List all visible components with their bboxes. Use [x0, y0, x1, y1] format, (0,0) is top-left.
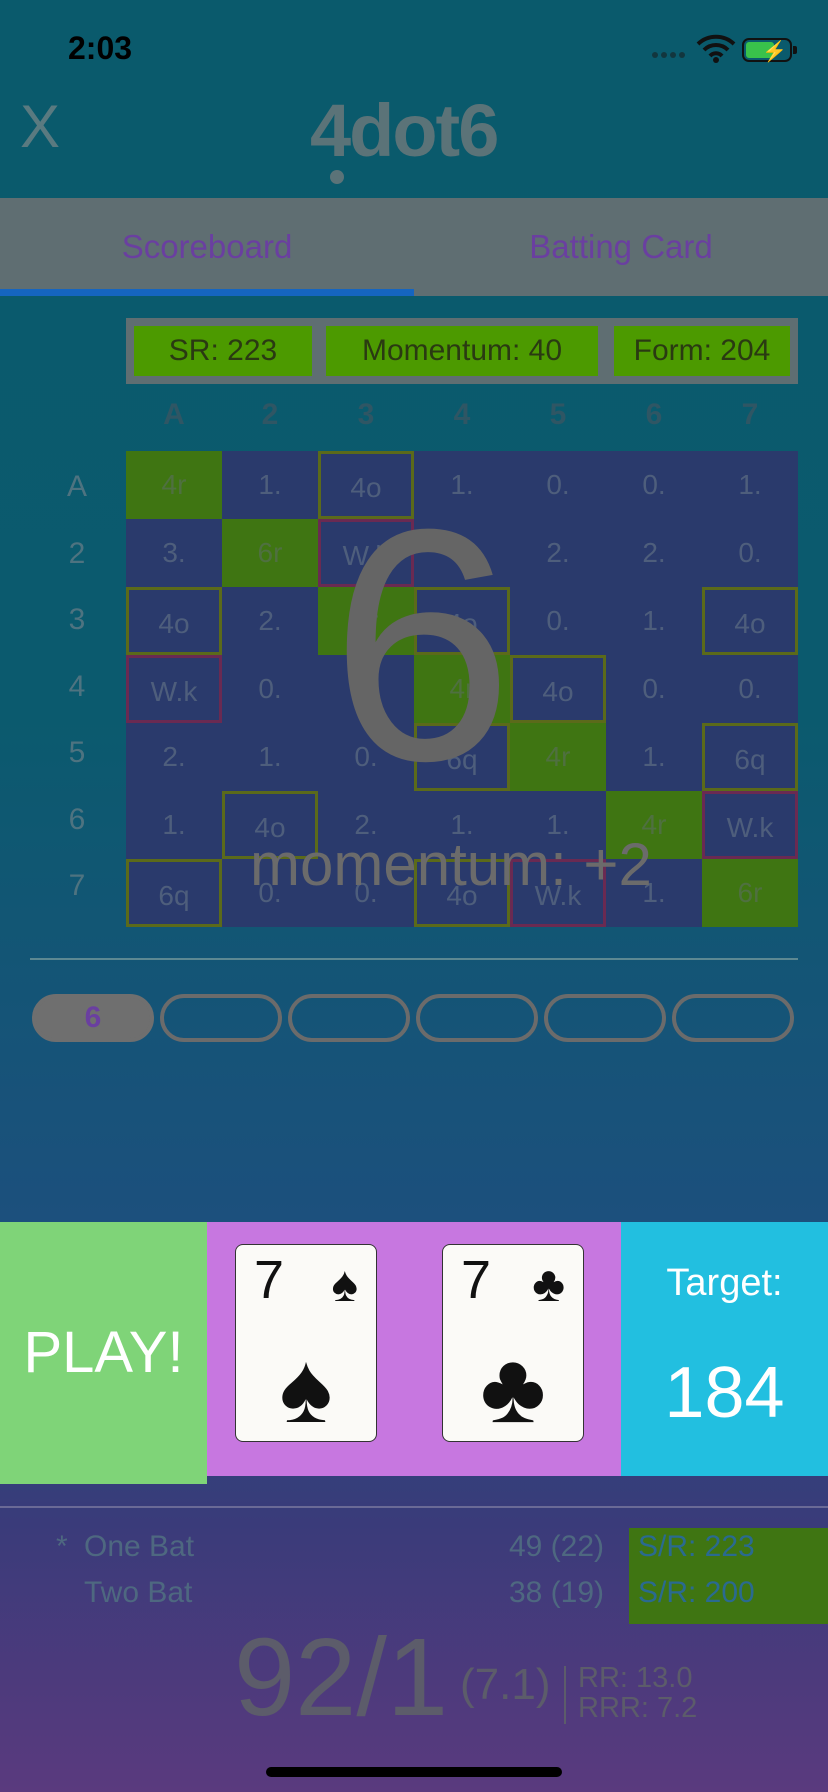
grid-cell: 6q [126, 859, 222, 927]
batsman-name: One Bat [84, 1530, 195, 1563]
grid-cell: 1. [738, 469, 762, 500]
rate-divider [564, 1666, 566, 1724]
grid-cell: 2. [258, 605, 282, 636]
divider [30, 958, 798, 960]
grid-cell: 6r [702, 859, 798, 927]
club-icon: ♣ [532, 1256, 565, 1312]
playing-card: 7 ♣ ♣ [442, 1244, 584, 1444]
signal-dot [670, 52, 676, 58]
grid-cell: 4o [126, 587, 222, 655]
tab-bar: Scoreboard Batting Card [0, 198, 828, 296]
status-time: 2:03 [68, 30, 133, 66]
batsman-strike-rate: S/R: 223 [638, 1530, 755, 1563]
overs: (7.1) [460, 1660, 551, 1709]
grid-cell: 0. [546, 469, 570, 500]
playing-card: 7 ♠ ♠ [235, 1244, 377, 1444]
club-icon: ♣ [480, 1332, 546, 1444]
spade-icon: ♠ [331, 1256, 358, 1312]
close-button[interactable]: X [20, 92, 60, 161]
grid-cell: 2. [162, 741, 186, 772]
team-score: 92/1 [234, 1616, 449, 1739]
column-header: 2 [261, 398, 279, 431]
batsman-runs: 38 (19) [508, 1576, 604, 1609]
grid-cell: 4r [510, 723, 606, 791]
row-header: 3 [68, 603, 86, 636]
ball-slot [288, 994, 410, 1042]
play-button[interactable]: PLAY! [0, 1222, 207, 1484]
tab-batting-card[interactable]: Batting Card [414, 198, 828, 296]
signal-dot [652, 52, 658, 58]
grid-cell: 1. [258, 469, 282, 500]
grid-cell: 3. [162, 537, 186, 568]
strike-rate-stat: SR: 223 [134, 326, 312, 376]
grid-cell: 0. [738, 537, 762, 568]
required-run-rate: RRR: 7.2 [578, 1692, 698, 1724]
signal-dot [679, 52, 685, 58]
column-header: A [163, 398, 185, 431]
ball-slot [544, 994, 666, 1042]
home-indicator[interactable] [266, 1767, 562, 1777]
target-value: 184 [664, 1353, 785, 1433]
ball-slot: 6 [32, 994, 154, 1042]
row-header: 4 [68, 669, 86, 703]
grid-cell: W.k [702, 791, 798, 859]
row-header: 2 [68, 536, 86, 570]
grid-cell: 6r [222, 519, 318, 587]
grid-cell: 4o [510, 655, 606, 723]
column-header: 5 [549, 398, 567, 431]
batsman-strike-rate: S/R: 200 [638, 1576, 755, 1609]
card-rank: 7 [254, 1250, 285, 1310]
column-header: 6 [645, 398, 663, 431]
tab-indicator [0, 289, 414, 296]
column-header: 3 [357, 398, 375, 431]
app-logo: 4dot6 [310, 89, 499, 172]
divider [0, 1506, 828, 1508]
logo-dot [330, 170, 344, 184]
momentum-stat: Momentum: 40 [326, 326, 598, 376]
row-header: 5 [68, 736, 86, 769]
grid-cell: 0. [738, 673, 762, 704]
stats-panel: SR: 223 Momentum: 40 Form: 204 [126, 318, 798, 384]
row-header: 6 [68, 802, 86, 836]
column-header: 4 [453, 398, 471, 431]
grid-cell: 6q [702, 723, 798, 791]
grid-cell: 0. [642, 469, 666, 500]
form-stat: Form: 204 [614, 326, 790, 376]
signal-dot [661, 52, 667, 58]
tab-scoreboard[interactable]: Scoreboard [0, 198, 414, 296]
run-rate: RR: 13.0 [578, 1662, 693, 1694]
batsman-runs: 49 (22) [508, 1530, 604, 1563]
card-rank: 7 [461, 1250, 492, 1310]
row-header: 7 [68, 869, 86, 902]
wifi-icon [696, 34, 736, 63]
ball-slot [416, 994, 538, 1042]
grid-cell: 1. [162, 809, 186, 840]
grid-cell: 0. [258, 673, 282, 704]
ball-result: 6 [330, 460, 514, 829]
ball-slot [160, 994, 282, 1042]
row-header: A [66, 470, 87, 503]
grid-cell: 4o [702, 587, 798, 655]
grid-cell: 2. [642, 537, 666, 568]
momentum-change: momentum: +2 [250, 831, 652, 898]
grid-cell: 1. [258, 741, 282, 772]
battery-icon: ⚡ [742, 38, 797, 63]
grid-cell: W.k [126, 655, 222, 723]
batsman-name: Two Bat [84, 1576, 193, 1609]
cards-area: 7 ♠ ♠ 7 ♣ ♣ [207, 1222, 621, 1476]
spade-icon: ♠ [279, 1332, 333, 1444]
grid-cell: 1. [642, 605, 666, 636]
grid-cell: 4r [126, 451, 222, 519]
batsman-marker: * [56, 1530, 68, 1563]
grid-cell: 2. [546, 537, 570, 568]
target-panel: Target: 184 [621, 1222, 828, 1476]
column-header: 7 [741, 398, 759, 431]
target-label: Target: [666, 1262, 783, 1304]
grid-cell: 0. [546, 605, 570, 636]
grid-cell: 0. [642, 673, 666, 704]
grid-cell: 1. [642, 741, 666, 772]
ball-slot [672, 994, 794, 1042]
